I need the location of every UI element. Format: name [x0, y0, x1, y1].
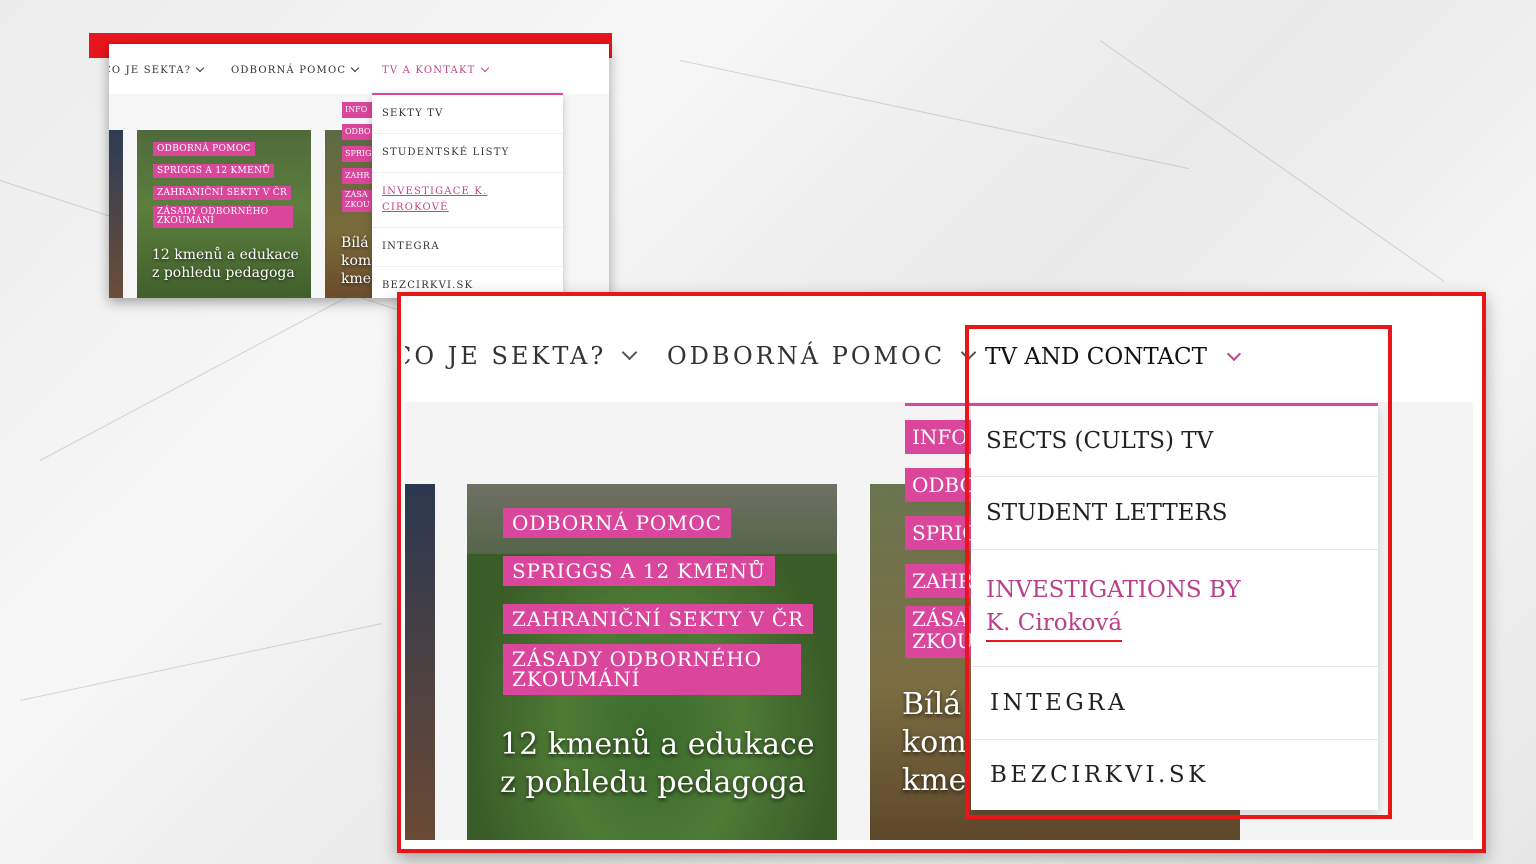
dropdown-menu: SECTS (CULTS) TV STUDENT LETTERS INVESTI…	[971, 403, 1378, 810]
card-partial-left[interactable]	[405, 484, 435, 840]
zoomed-nav-bar: CO JE SEKTA? ODBORNÁ POMOC	[405, 300, 1473, 402]
small-card-partial-left[interactable]	[109, 130, 123, 298]
card-12-kmenu[interactable]: ODBORNÁ POMOC SPRIGGS A 12 KMENŮ ZAHRANI…	[467, 484, 837, 840]
small-dropdown-integra[interactable]: INTEGRA	[372, 228, 563, 267]
category-tag-line: ZÁSADY ODBORNÉHO	[512, 647, 762, 671]
tag-strip[interactable]: ZAHR	[905, 564, 977, 598]
chevron-down-icon	[1226, 346, 1242, 362]
card-title-line: kme	[902, 763, 967, 798]
category-tag[interactable]: ZAHRANIČNÍ SEKTY V ČR	[503, 604, 813, 634]
dropdown-sects-tv[interactable]: SECTS (CULTS) TV	[971, 406, 1378, 477]
card-title-line: z pohledu pedagoga	[500, 765, 806, 800]
small-nav-tv-a-kontakt[interactable]: TV A KONTAKT	[382, 63, 489, 76]
tag-strip[interactable]: ODBO	[905, 468, 977, 502]
small-dropdown-sekty-tv[interactable]: SEKTY TV	[372, 95, 563, 134]
nav-odborna-pomoc[interactable]: ODBORNÁ POMOC	[667, 342, 977, 370]
marble-vein	[19, 623, 383, 701]
dropdown-investigations-link[interactable]: K. Ciroková	[986, 607, 1123, 642]
tag-strip-line: ZKOU	[912, 629, 974, 653]
accent-line	[905, 403, 975, 406]
chevron-down-icon	[621, 344, 638, 361]
small-card-title[interactable]: Bílá kom kme	[341, 234, 371, 288]
category-tag[interactable]: ODBORNÁ POMOC	[503, 508, 731, 538]
card-title[interactable]: 12 kmenů a edukace z pohledu pedagoga	[500, 726, 815, 802]
small-tag[interactable]: ZÁSADY ODBORNÉHO ZKOUMÁNÍ	[153, 206, 293, 228]
small-tag[interactable]: ZAHRANIČNÍ SEKTY V ČR	[153, 186, 292, 200]
card-title-line: 12 kmenů a edukace	[500, 727, 815, 762]
tag-strip[interactable]: ZÁSA ZKOU	[905, 606, 977, 658]
dropdown-student-letters[interactable]: STUDENT LETTERS	[971, 477, 1378, 550]
card-title-line: kom	[902, 725, 967, 760]
category-tag-line: ZKOUMÁNÍ	[512, 667, 641, 691]
category-tag[interactable]: ZÁSADY ODBORNÉHO ZKOUMÁNÍ	[503, 644, 801, 695]
marble-vein	[39, 291, 359, 461]
small-card-12-kmenu[interactable]: ODBORNÁ POMOC SPRIGGS A 12 KMENŮ ZAHRANI…	[137, 130, 311, 298]
small-tag[interactable]: SPRIGGS A 12 KMENŮ	[153, 164, 274, 178]
small-dropdown-studentske-listy[interactable]: STUDENTSKÉ LISTY	[372, 134, 563, 173]
small-dropdown-investigace[interactable]: INVESTIGACE K. CIROKOVÉ	[372, 173, 563, 228]
small-nav-co-je-sekta[interactable]: CO JE SEKTA?	[109, 63, 205, 76]
chevron-down-icon	[960, 344, 977, 361]
dropdown-bezcirkvi[interactable]: BEZCIRKVI.SK	[971, 740, 1378, 810]
card-title-line: Bílá	[902, 687, 962, 722]
tag-strip-line: ZÁSA	[912, 607, 969, 631]
tag-strip[interactable]: SPRIG	[905, 516, 977, 550]
card-title[interactable]: Bílá kom kme	[902, 686, 967, 800]
dropdown-investigations-line: INVESTIGATIONS BY	[986, 577, 1241, 603]
chevron-down-icon	[351, 63, 360, 73]
dropdown-integra[interactable]: INTEGRA	[971, 667, 1378, 740]
chevron-down-icon	[196, 63, 205, 73]
zoomed-screenshot: CO JE SEKTA? ODBORNÁ POMOC ODBORNÁ POMOC…	[405, 300, 1473, 840]
small-dropdown-menu: SEKTY TV STUDENTSKÉ LISTY INVESTIGACE K.…	[372, 93, 563, 298]
nav-tv-and-contact[interactable]: TV AND CONTACT	[985, 344, 1242, 370]
small-screenshot: CO JE SEKTA? ODBORNÁ POMOC TV A KONTAKT …	[109, 44, 609, 298]
dropdown-investigations[interactable]: INVESTIGATIONS BY K. Ciroková	[971, 550, 1378, 667]
nav-co-je-sekta[interactable]: CO JE SEKTA?	[405, 342, 638, 370]
category-tag[interactable]: SPRIGGS A 12 KMENŮ	[503, 556, 775, 586]
small-card-title[interactable]: 12 kmenů a edukace z pohledu pedagoga	[152, 246, 302, 282]
marble-vein	[679, 60, 1189, 170]
tag-strip[interactable]: INFO	[905, 420, 977, 454]
chevron-down-icon	[480, 63, 489, 73]
small-tag[interactable]: ODBORNÁ POMOC	[153, 142, 255, 156]
small-nav-odborna-pomoc[interactable]: ODBORNÁ POMOC	[231, 63, 360, 76]
small-nav-bar: CO JE SEKTA? ODBORNÁ POMOC TV A KONTAKT	[109, 44, 609, 94]
